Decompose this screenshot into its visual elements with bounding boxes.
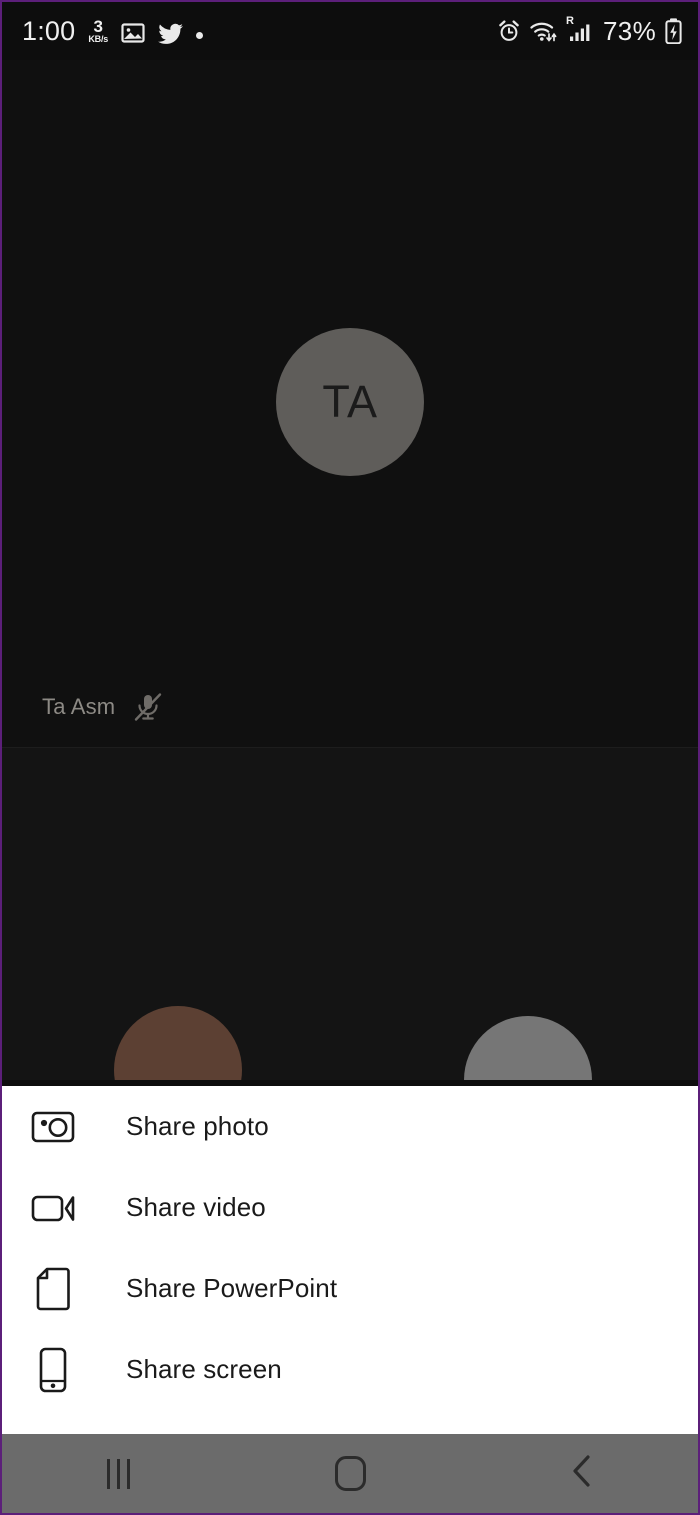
roaming-label: R — [566, 15, 574, 27]
share-powerpoint-item[interactable]: Share PowerPoint — [2, 1248, 698, 1329]
battery-percent-label: 73% — [603, 15, 656, 46]
main-video-tile[interactable]: TA Ta Asm — [2, 60, 698, 747]
status-bar-left: 1:00 3 KB/s — [22, 15, 204, 46]
mobile-phone-icon — [30, 1347, 76, 1393]
status-bar-clock: 1:00 — [22, 15, 76, 46]
share-photo-label: Share photo — [126, 1111, 269, 1141]
data-rate-indicator: 3 KB/s — [88, 16, 109, 44]
android-nav-bar — [2, 1434, 698, 1513]
dot-indicator — [196, 31, 204, 39]
battery-charging-icon — [665, 18, 682, 44]
wifi-icon — [530, 20, 557, 42]
back-chevron-icon — [569, 1454, 595, 1493]
share-screen-item[interactable]: Share screen — [2, 1329, 698, 1410]
status-bar-right: R 73% — [497, 16, 682, 47]
home-button[interactable] — [234, 1434, 466, 1513]
image-icon — [121, 21, 145, 45]
back-button[interactable] — [466, 1434, 698, 1513]
camera-icon — [30, 1104, 76, 1150]
recent-apps-icon — [106, 1458, 130, 1489]
video-camera-icon — [30, 1185, 76, 1231]
alarm-icon — [497, 19, 521, 43]
participant-name: Ta Asm — [42, 694, 116, 719]
status-bar: 1:00 3 KB/s R 73% — [2, 2, 698, 60]
participant-avatar-2[interactable] — [464, 1016, 592, 1080]
share-powerpoint-label: Share PowerPoint — [126, 1273, 338, 1303]
data-rate-value: 3 — [93, 16, 103, 36]
twitter-icon — [158, 23, 184, 45]
share-screen-label: Share screen — [126, 1354, 282, 1384]
participant-avatar-1[interactable] — [114, 1006, 242, 1080]
phone-screen: 1:00 3 KB/s R 73% TA Ta Asm Share photo … — [0, 0, 700, 1515]
recent-apps-button[interactable] — [2, 1434, 234, 1513]
avatar: TA — [276, 328, 424, 476]
avatar-initials: TA — [322, 376, 378, 427]
microphone-muted-icon — [131, 690, 165, 724]
document-page-icon — [30, 1266, 76, 1312]
share-video-item[interactable]: Share video — [2, 1167, 698, 1248]
share-options-sheet: Share photo Share video Share PowerPoint — [2, 1086, 698, 1434]
data-rate-unit: KB/s — [88, 33, 109, 44]
participant-name-tag: Ta Asm — [42, 690, 165, 724]
home-icon — [334, 1456, 366, 1491]
share-video-label: Share video — [126, 1192, 266, 1222]
roaming-signal-icon: R — [566, 15, 594, 43]
participant-strip[interactable] — [2, 747, 698, 1080]
share-photo-item[interactable]: Share photo — [2, 1086, 698, 1167]
